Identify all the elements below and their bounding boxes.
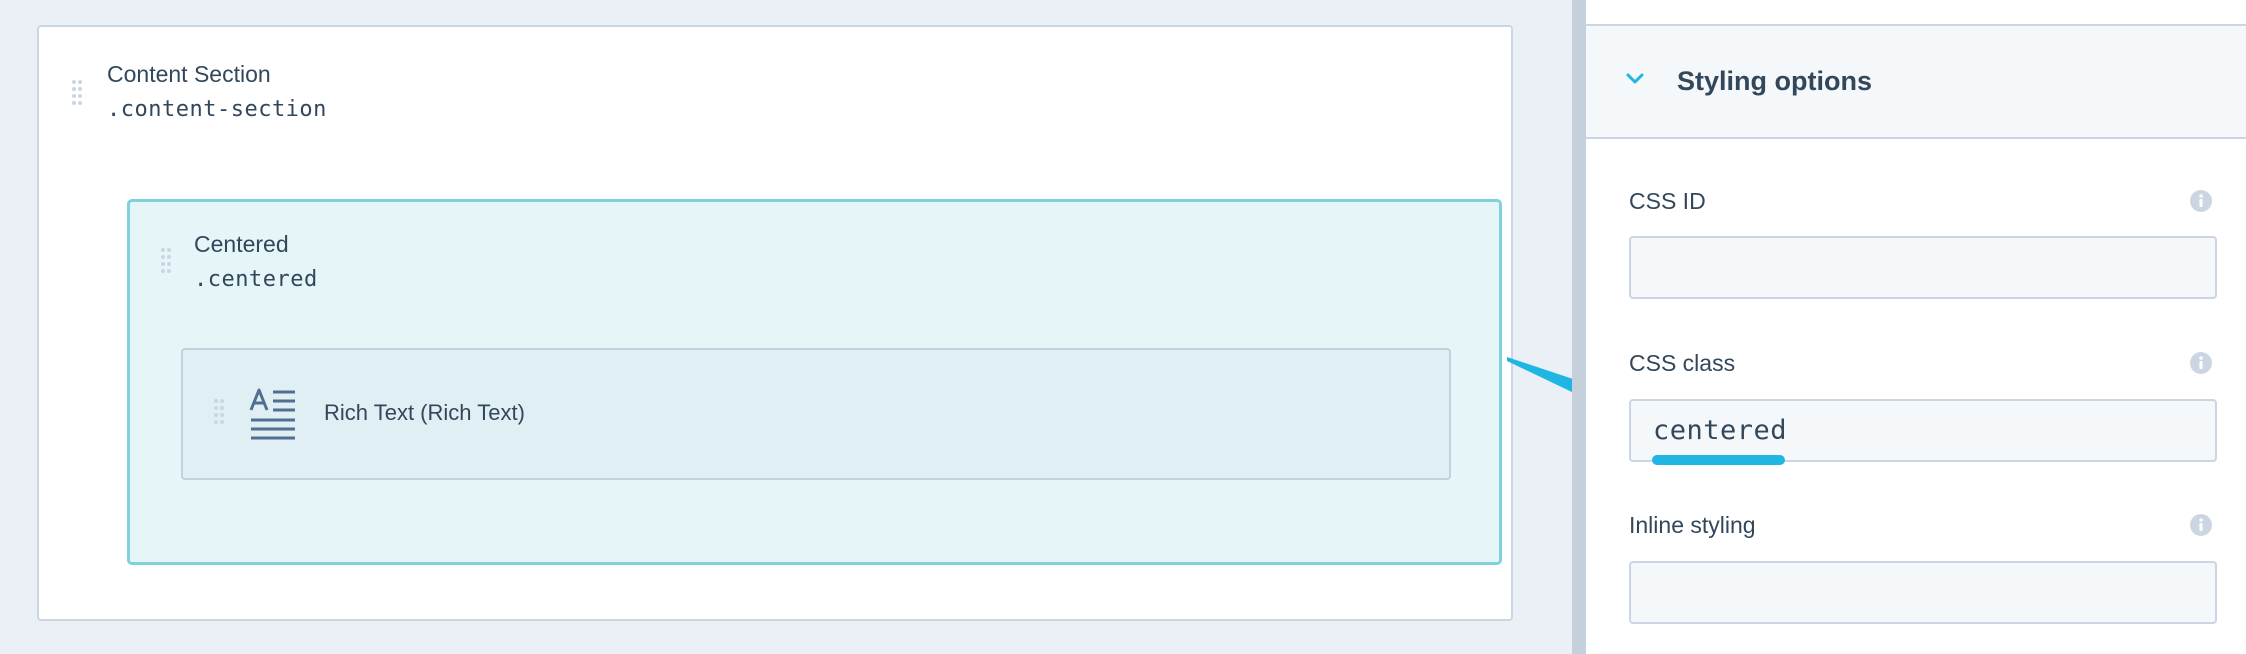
- css-class-input[interactable]: centered: [1629, 399, 2217, 462]
- drag-handle-icon[interactable]: [214, 399, 224, 429]
- rich-text-icon: [249, 388, 295, 440]
- content-section-row[interactable]: Content Section .content-section Centere…: [37, 25, 1513, 621]
- css-class-label: CSS class: [1629, 350, 1736, 376]
- styling-panel: Styling options CSS ID CSS class centere…: [1586, 0, 2246, 654]
- rich-text-module[interactable]: Rich Text (Rich Text): [181, 348, 1451, 480]
- centered-name: Centered: [194, 231, 289, 257]
- chevron-down-icon[interactable]: [1624, 68, 1646, 90]
- drag-handle-icon[interactable]: [72, 80, 82, 110]
- module-label: Rich Text (Rich Text): [324, 400, 525, 425]
- highlight-underline: [1652, 455, 1785, 465]
- drag-handle-icon[interactable]: [161, 248, 171, 278]
- layout-canvas: Content Section .content-section Centere…: [0, 0, 1572, 654]
- css-id-input[interactable]: [1629, 236, 2217, 299]
- css-id-label: CSS ID: [1629, 188, 1706, 214]
- inline-styling-label: Inline styling: [1629, 512, 1756, 538]
- panel-title: Styling options: [1677, 66, 1872, 96]
- section-class: .content-section: [107, 97, 327, 122]
- panel-top-strip: [1586, 0, 2246, 26]
- info-icon[interactable]: [2190, 190, 2212, 212]
- section-name: Content Section: [107, 61, 271, 87]
- styling-options-header[interactable]: Styling options: [1586, 26, 2246, 139]
- info-icon[interactable]: [2190, 514, 2212, 536]
- panel-divider[interactable]: [1572, 0, 1586, 654]
- inline-styling-input[interactable]: [1629, 561, 2217, 624]
- centered-row[interactable]: Centered .centered Rich Text (Rich Text): [127, 199, 1502, 565]
- info-icon[interactable]: [2190, 352, 2212, 374]
- centered-class: .centered: [194, 267, 318, 292]
